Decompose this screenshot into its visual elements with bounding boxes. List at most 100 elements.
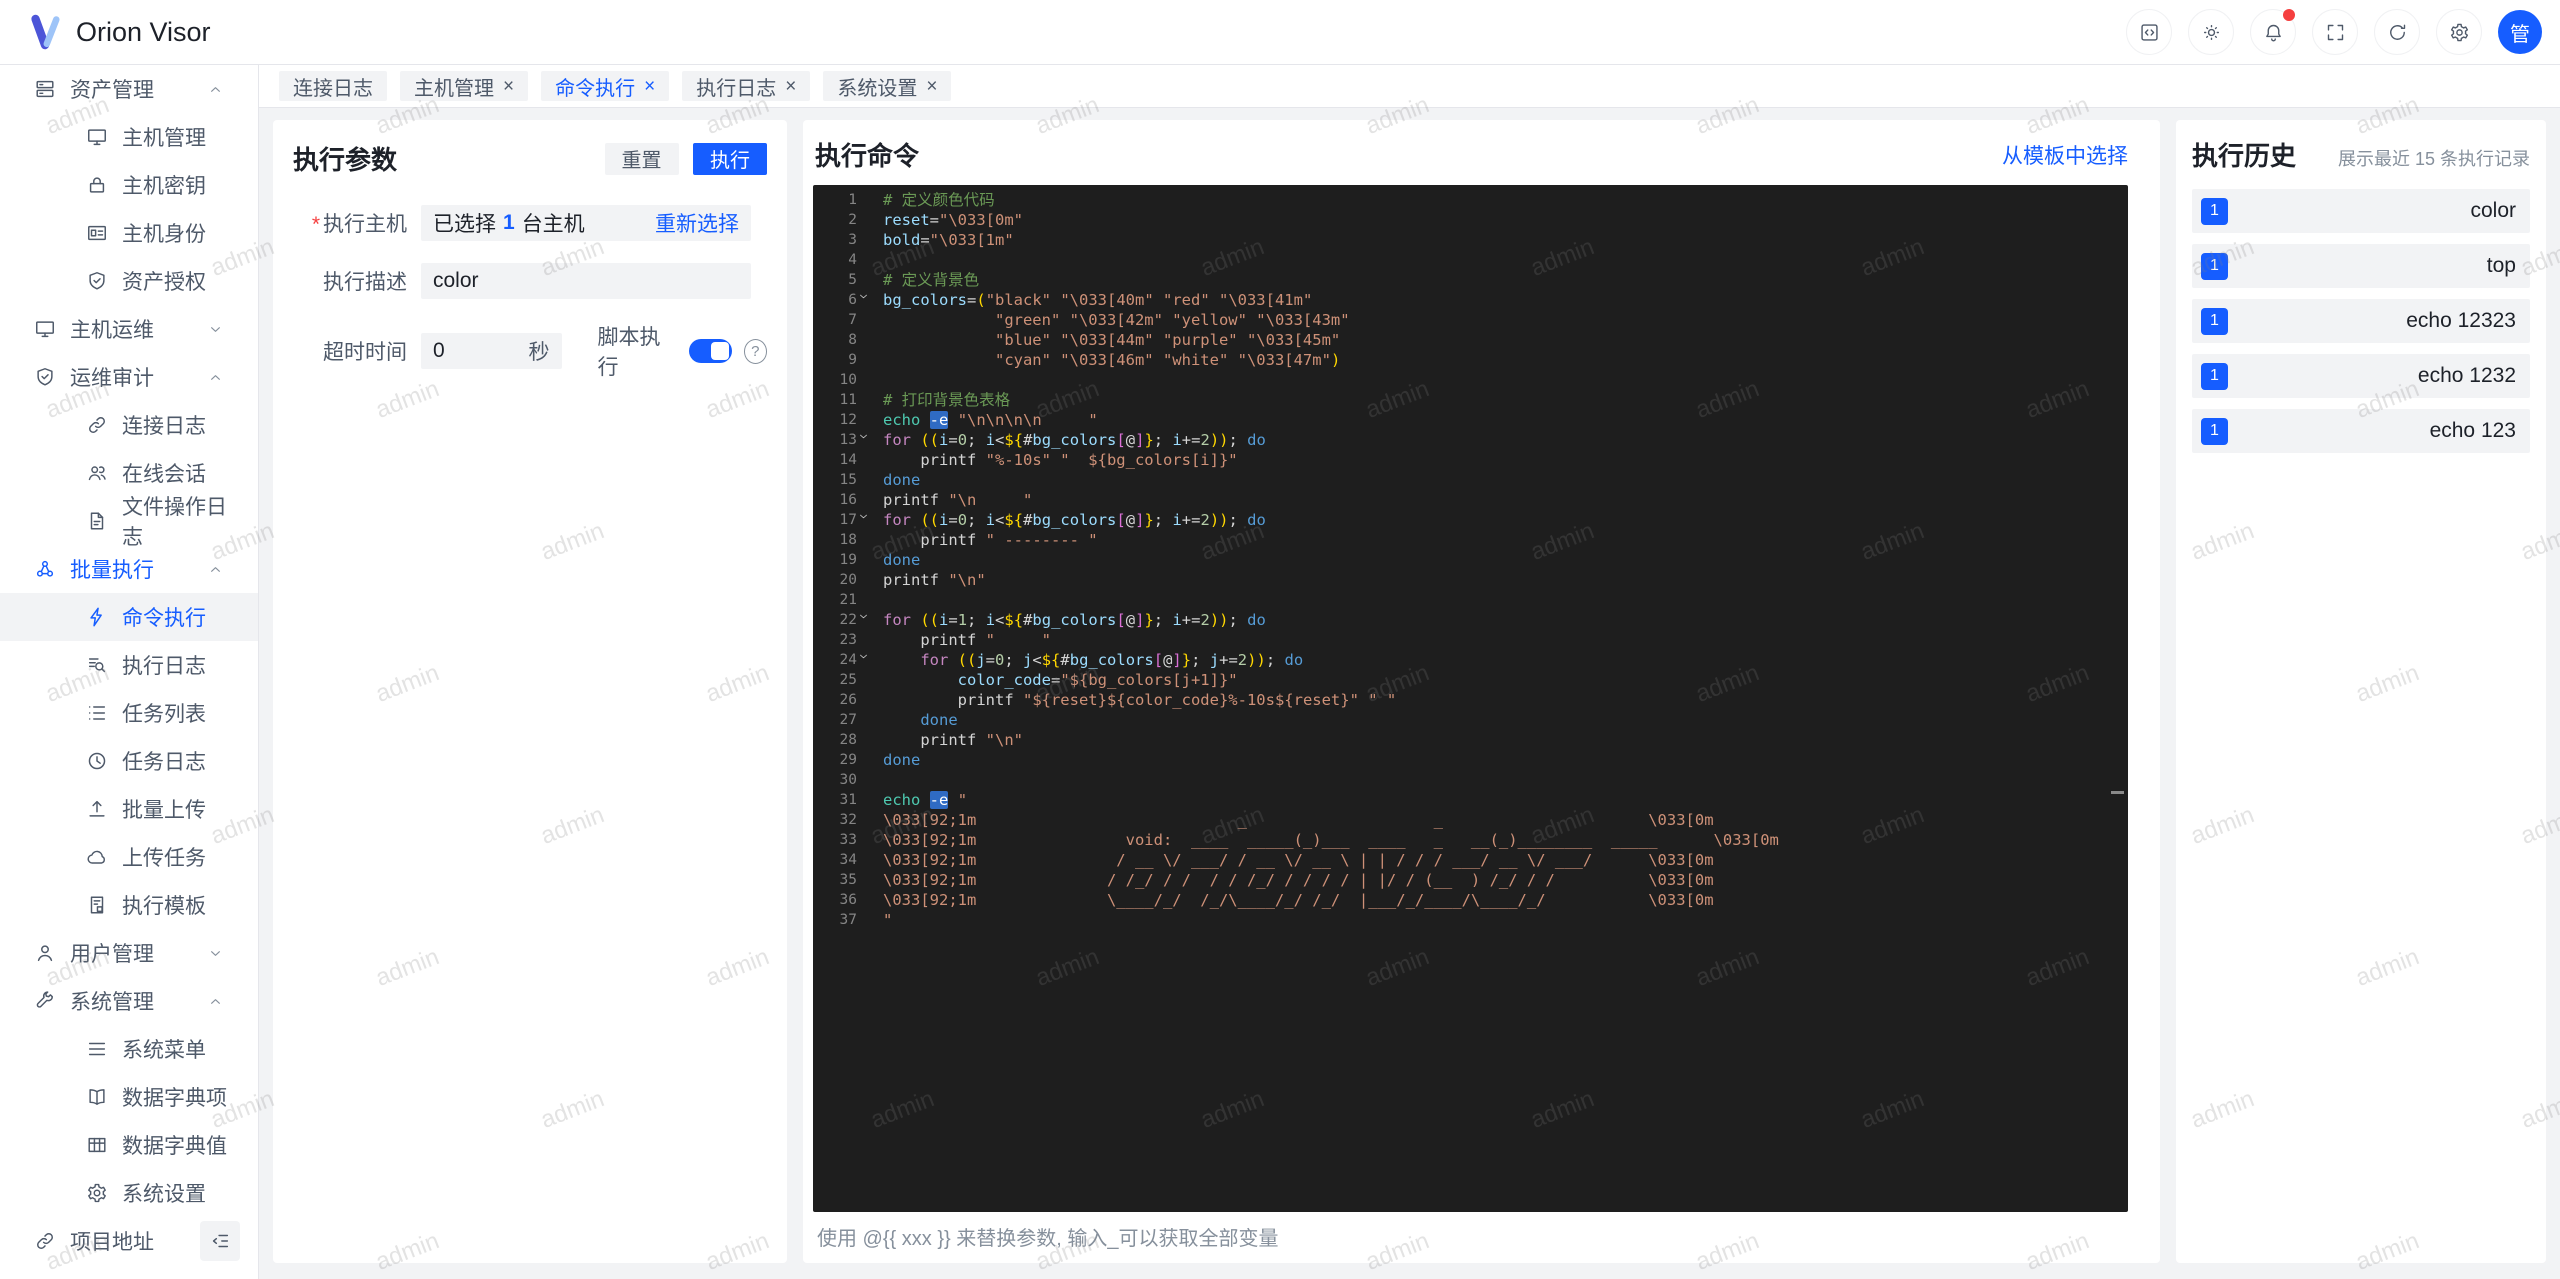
sidebar-item-label: 批量执行: [70, 559, 154, 582]
history-item[interactable]: 1 top: [2192, 244, 2530, 288]
code-line: 10: [813, 370, 2128, 390]
tab-connection-log[interactable]: 连接日志: [279, 71, 387, 101]
code-line: 28 printf "\n": [813, 730, 2128, 750]
sidebar-item-label: 任务日志: [122, 751, 206, 774]
line-number: 25: [839, 672, 857, 688]
sidebar-collapse-button[interactable]: [200, 1221, 240, 1261]
sidebar-item-user-management[interactable]: 用户管理: [0, 929, 258, 977]
sidebar-item-batch-execution[interactable]: 批量执行: [0, 545, 258, 593]
sidebar-item-host-ops[interactable]: 主机运维: [0, 305, 258, 353]
bell-icon: [2265, 24, 2281, 41]
line-number: 22: [839, 612, 857, 628]
history-item[interactable]: 1 echo 12323: [2192, 299, 2530, 343]
overview-ruler-mark: [2111, 790, 2124, 794]
sidebar-item-system-menu[interactable]: 系统菜单: [0, 1025, 258, 1073]
choose-from-template-link[interactable]: 从模板中选择: [2002, 140, 2128, 170]
tab-system-settings[interactable]: 系统设置 ×: [823, 71, 952, 101]
sidebar-item-execution-templates[interactable]: 执行模板: [0, 881, 258, 929]
sidebar-item-command-execution[interactable]: 命令执行: [0, 593, 258, 641]
user-icon: [37, 945, 53, 962]
sidebar-item-dict-values[interactable]: 数据字典值: [0, 1121, 258, 1169]
code-button[interactable]: [2126, 9, 2172, 55]
code-line: 35 \033[92;1m / /_/ / / / / /_/ / / / / |…: [813, 870, 2128, 890]
code-editor[interactable]: 1 # 定义颜色代码 2 reset="\033[0m" 3 bold="\033[1m"…: [813, 185, 2128, 1212]
sidebar-item-online-sessions[interactable]: 在线会话: [0, 449, 258, 497]
logo-icon: [31, 14, 60, 50]
fold-gutter: [857, 490, 883, 510]
sidebar-item-host-management[interactable]: 主机管理: [0, 113, 258, 161]
avatar[interactable]: 管: [2498, 10, 2542, 54]
help-icon[interactable]: ?: [743, 338, 767, 364]
settings-button[interactable]: [2436, 9, 2482, 55]
chev-down-icon: [860, 294, 867, 299]
fold-chevron-icon[interactable]: [857, 610, 883, 630]
history-item[interactable]: 1 echo 123: [2192, 409, 2530, 453]
chev-down-icon: [211, 950, 220, 956]
tab-execution-log[interactable]: 执行日志 ×: [682, 71, 811, 101]
notification-dot: [2283, 9, 2295, 21]
description-input[interactable]: color: [421, 263, 751, 299]
fold-chevron-icon[interactable]: [857, 430, 883, 450]
line-number: 24: [839, 652, 857, 668]
sidebar-item-ops-audit[interactable]: 运维审计: [0, 353, 258, 401]
close-icon[interactable]: ×: [785, 77, 796, 96]
tab-host-management[interactable]: 主机管理 ×: [400, 71, 529, 101]
host-selector[interactable]: 已选择 1 台主机 重新选择: [421, 205, 751, 241]
shield-icon: [37, 368, 53, 386]
code-line: 31 echo -e ": [813, 790, 2128, 810]
theme-button[interactable]: [2188, 9, 2234, 55]
timeout-value: 0: [433, 339, 445, 362]
timeout-row: 超时时间 0 秒 脚本执行 ?: [293, 321, 767, 381]
table-icon: [88, 1137, 106, 1153]
host-count-badge: 1: [2201, 307, 2228, 335]
chev-down-icon: [860, 514, 867, 519]
fold-chevron-icon[interactable]: [857, 510, 883, 530]
line-number: 34: [839, 852, 857, 868]
sidebar-item-task-list[interactable]: 任务列表: [0, 689, 258, 737]
sidebar-item-asset-authorization[interactable]: 资产授权: [0, 257, 258, 305]
history-item[interactable]: 1 echo 1232: [2192, 354, 2530, 398]
run-button[interactable]: 执行: [693, 142, 767, 175]
sidebar-item-task-log[interactable]: 任务日志: [0, 737, 258, 785]
line-number: 12: [839, 412, 857, 428]
script-exec-label: 脚本执行: [597, 326, 661, 379]
sidebar-item-upload-tasks[interactable]: 上传任务: [0, 833, 258, 881]
script-exec-toggle[interactable]: [689, 339, 732, 363]
close-icon[interactable]: ×: [644, 77, 655, 96]
sidebar-item-dict-keys[interactable]: 数据字典项: [0, 1073, 258, 1121]
fullscreen-button[interactable]: [2312, 9, 2358, 55]
sidebar-item-file-operation-log[interactable]: 文件操作日志: [0, 496, 258, 549]
app-title: Orion Visor: [76, 16, 211, 47]
tab-bar: 连接日志 主机管理 × 命令执行 × 执行日志 × 系统设置 ×: [259, 65, 2560, 108]
sidebar-item-host-identity[interactable]: 主机身份: [0, 209, 258, 257]
sidebar-item-system-management[interactable]: 系统管理: [0, 977, 258, 1025]
sidebar-item-connection-log[interactable]: 连接日志: [0, 401, 258, 449]
reset-button[interactable]: 重置: [604, 142, 679, 175]
history-item[interactable]: 1 color: [2192, 189, 2530, 233]
close-icon[interactable]: ×: [926, 77, 937, 96]
close-icon[interactable]: ×: [503, 77, 514, 96]
history-list: 1 color 1 top 1 echo 12323 1 echo 1232 1 echo 123: [2192, 189, 2530, 453]
timeout-input[interactable]: 0 秒: [421, 333, 562, 369]
code-line: 22 for ((i=1; i<${#bg_colors[@]}; i+=2));…: [813, 610, 2128, 630]
file-icon: [90, 512, 104, 530]
line-number: 7: [848, 312, 857, 328]
tab-command-execution[interactable]: 命令执行 ×: [541, 71, 670, 101]
fold-gutter: [857, 910, 883, 930]
sidebar-item-asset-management[interactable]: 资产管理: [0, 65, 258, 113]
line-number: 20: [839, 572, 857, 588]
sidebar-item-label: 用户管理: [70, 943, 154, 966]
sidebar-item-batch-upload[interactable]: 批量上传: [0, 785, 258, 833]
notifications-button[interactable]: [2250, 9, 2296, 55]
refresh-button[interactable]: [2374, 9, 2420, 55]
fold-chevron-icon[interactable]: [857, 290, 883, 310]
line-number: 8: [848, 332, 857, 348]
fold-chevron-icon[interactable]: [857, 650, 883, 670]
params-panel-title: 执行参数: [293, 145, 398, 175]
host-count-badge: 1: [2201, 362, 2228, 390]
reselect-link[interactable]: 重新选择: [655, 208, 739, 238]
sidebar-item-system-settings[interactable]: 系统设置: [0, 1169, 258, 1217]
sidebar-item-host-keys[interactable]: 主机密钥: [0, 161, 258, 209]
sidebar-item-execution-log[interactable]: 执行日志: [0, 641, 258, 689]
sidebar-item-label: 主机管理: [122, 127, 206, 150]
